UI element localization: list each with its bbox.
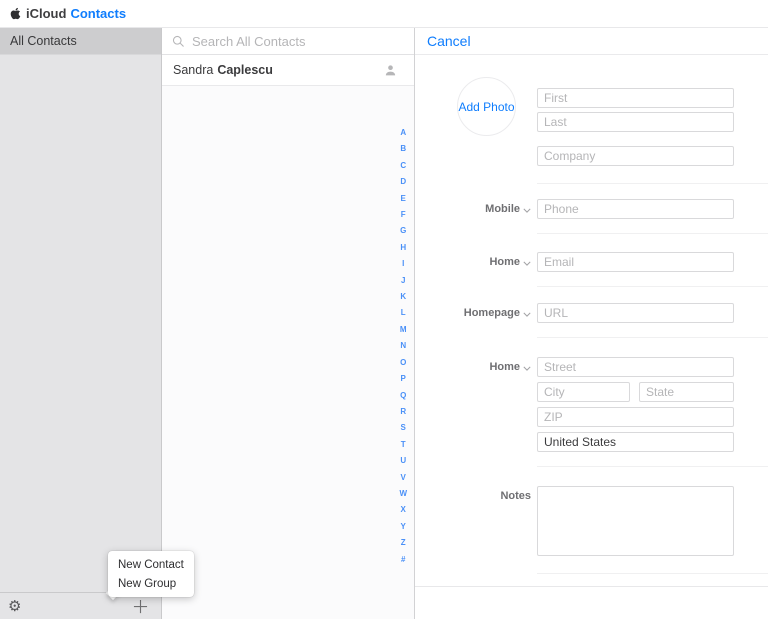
app-switcher-title[interactable]: Contacts (70, 6, 126, 21)
alphabet-letter[interactable]: E (401, 191, 406, 207)
alphabet-letter[interactable]: P (401, 371, 406, 387)
company-input[interactable] (537, 146, 734, 166)
alphabet-letter[interactable]: K (400, 289, 406, 305)
popup-menu-item[interactable]: New Group (108, 574, 194, 593)
address-type-dropdown[interactable]: Home (415, 357, 531, 377)
divider (537, 183, 768, 184)
alphabet-letter[interactable]: W (399, 486, 407, 502)
add-contact-plus-button[interactable] (133, 599, 148, 614)
plus-icon (133, 599, 148, 613)
divider (537, 573, 768, 574)
brand-icloud-link[interactable]: iCloud (26, 6, 66, 21)
divider (537, 286, 768, 287)
alphabet-letter[interactable]: T (401, 437, 406, 453)
search-bar (162, 28, 414, 55)
alphabet-letter[interactable]: # (401, 552, 405, 568)
alphabet-letter[interactable]: F (401, 207, 406, 223)
add-photo-button[interactable]: Add Photo (457, 77, 516, 136)
alphabet-letter[interactable]: X (401, 502, 406, 518)
alphabet-index: A B C D E F G H I J K L M N O P Q R S T … (399, 125, 407, 568)
alphabet-letter[interactable]: L (401, 305, 406, 321)
alphabet-letter[interactable]: U (400, 453, 406, 469)
groups-sidebar: All Contacts ⚙ (0, 28, 162, 619)
popup-menu-item[interactable]: New Contact (108, 555, 194, 574)
state-input[interactable] (639, 382, 734, 402)
alphabet-letter[interactable]: V (401, 470, 406, 486)
alphabet-letter[interactable]: H (400, 240, 406, 256)
phone-input[interactable] (537, 199, 734, 219)
alphabet-letter[interactable]: R (400, 404, 406, 420)
apple-logo-icon (10, 7, 21, 19)
contact-first-name: Sandra (173, 63, 214, 77)
alphabet-letter[interactable]: Q (400, 388, 406, 404)
url-type-dropdown[interactable]: Homepage (415, 303, 531, 323)
alphabet-letter[interactable]: G (400, 223, 406, 239)
search-input[interactable] (192, 33, 404, 49)
new-item-popup-menu: New Contact New Group (108, 551, 194, 597)
alphabet-letter[interactable]: B (400, 141, 406, 157)
zip-input[interactable] (537, 407, 734, 427)
contact-detail-panel: Cancel Add Photo Mobile Home (415, 28, 768, 619)
person-icon (385, 64, 396, 75)
alphabet-letter[interactable]: Z (401, 535, 406, 551)
alphabet-letter[interactable]: N (400, 338, 406, 354)
divider (537, 466, 768, 467)
url-input[interactable] (537, 303, 734, 323)
cancel-button[interactable]: Cancel (427, 33, 471, 49)
chevron-down-icon (523, 366, 531, 371)
alphabet-letter[interactable]: C (400, 158, 406, 174)
alphabet-letter[interactable]: J (401, 273, 405, 289)
alphabet-letter[interactable]: Y (401, 519, 406, 535)
top-bar: iCloud Contacts (0, 0, 768, 28)
icloud-contacts-app: iCloud Contacts All Contacts ⚙ New Conta… (0, 0, 768, 619)
notes-label: Notes (500, 490, 531, 502)
last-name-input[interactable] (537, 112, 734, 132)
contacts-list: Sandra Caplescu (162, 55, 414, 86)
city-input[interactable] (537, 382, 630, 402)
divider (537, 233, 768, 234)
email-input[interactable] (537, 252, 734, 272)
new-contact-form: Add Photo Mobile Home (415, 56, 768, 619)
divider (415, 586, 768, 587)
chevron-down-icon (523, 312, 531, 317)
country-input[interactable] (537, 432, 734, 452)
contact-last-name: Caplescu (217, 63, 273, 77)
sidebar-item-all-contacts[interactable]: All Contacts (0, 28, 161, 55)
notes-textarea[interactable] (537, 486, 734, 556)
alphabet-letter[interactable]: M (400, 322, 407, 338)
phone-type-dropdown[interactable]: Mobile (415, 199, 531, 219)
first-name-input[interactable] (537, 88, 734, 108)
email-type-dropdown[interactable]: Home (415, 252, 531, 272)
divider (537, 337, 768, 338)
street-input[interactable] (537, 357, 734, 377)
sidebar-item-label: All Contacts (10, 34, 77, 48)
alphabet-letter[interactable]: O (400, 355, 406, 371)
alphabet-letter[interactable]: I (402, 256, 404, 272)
contact-row[interactable]: Sandra Caplescu (162, 55, 414, 86)
detail-toolbar: Cancel (415, 28, 768, 55)
contacts-list-panel: Sandra Caplescu A B C D E (162, 28, 415, 619)
chevron-down-icon (523, 208, 531, 213)
chevron-down-icon (523, 261, 531, 266)
settings-gear-button[interactable]: ⚙ (8, 598, 21, 614)
search-icon (172, 35, 184, 47)
alphabet-letter[interactable]: A (400, 125, 406, 141)
alphabet-letter[interactable]: D (400, 174, 406, 190)
alphabet-letter[interactable]: S (401, 420, 406, 436)
